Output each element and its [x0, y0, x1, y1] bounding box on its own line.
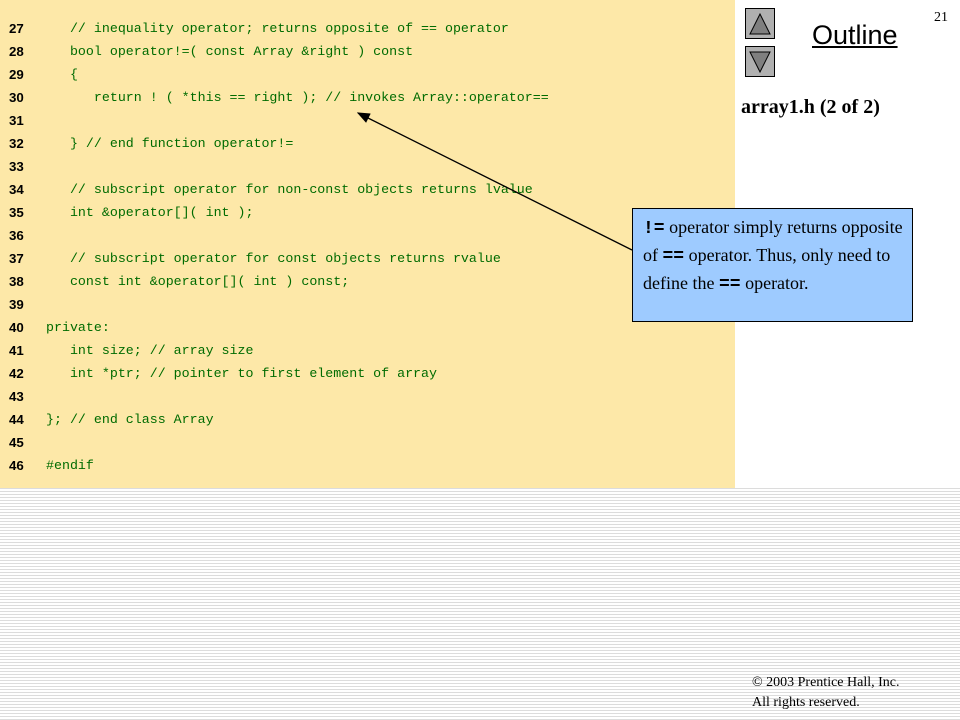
line-number: 38	[9, 274, 24, 289]
callout-note: != operator simply returns opposite of =…	[632, 208, 913, 322]
line-number: 42	[9, 366, 24, 381]
line-number: 28	[9, 44, 24, 59]
previous-slide-button[interactable]	[745, 8, 775, 39]
line-number: 32	[9, 136, 24, 151]
line-number: 37	[9, 251, 24, 266]
line-number: 35	[9, 205, 24, 220]
triangle-up-icon	[749, 12, 771, 34]
code-text: const int &operator[]( int ) const;	[46, 274, 350, 289]
code-text: // subscript operator for const objects …	[46, 251, 501, 266]
code-text: int &operator[]( int );	[46, 205, 254, 220]
code-text: }; // end class Array	[46, 412, 214, 427]
code-text: int *ptr; // pointer to first element of…	[46, 366, 437, 381]
file-title: array1.h (2 of 2)	[741, 96, 880, 118]
line-number: 31	[9, 113, 24, 128]
line-number: 33	[9, 159, 24, 174]
code-text: {	[46, 67, 78, 82]
code-text: int size; // array size	[46, 343, 254, 358]
outline-link[interactable]: Outline	[812, 20, 898, 51]
next-slide-button[interactable]	[745, 46, 775, 77]
copyright-line-2: All rights reserved.	[752, 695, 860, 710]
code-text: #endif	[46, 458, 94, 473]
line-number: 29	[9, 67, 24, 82]
line-number: 46	[9, 458, 24, 473]
line-number: 39	[9, 297, 24, 312]
line-number: 44	[9, 412, 24, 427]
callout-text-3: operator.	[740, 273, 809, 293]
page-number: 21	[934, 10, 948, 25]
line-number: 34	[9, 182, 24, 197]
copyright-line-1: © 2003 Prentice Hall, Inc.	[752, 673, 900, 693]
code-text: // subscript operator for non-const obje…	[46, 182, 533, 197]
callout-operator-eq: ==	[662, 247, 685, 267]
copyright-text: 2003 Prentice Hall, Inc.	[762, 675, 900, 690]
copyright-icon: ©	[752, 675, 763, 690]
code-text: private:	[46, 320, 110, 335]
code-text: bool operator!=( const Array &right ) co…	[46, 44, 414, 59]
line-number: 36	[9, 228, 24, 243]
line-number: 27	[9, 21, 24, 36]
line-number: 30	[9, 90, 24, 105]
copyright-notice: © 2003 Prentice Hall, Inc. All rights re…	[752, 673, 900, 713]
callout-operator-eq-2: ==	[718, 275, 741, 295]
callout-operator-neq: !=	[643, 219, 665, 239]
line-number: 43	[9, 389, 24, 404]
line-number: 45	[9, 435, 24, 450]
code-text: // inequality operator; returns opposite…	[46, 21, 509, 36]
code-text: } // end function operator!=	[46, 136, 294, 151]
code-panel: 27 // inequality operator; returns oppos…	[0, 0, 735, 488]
line-number: 41	[9, 343, 24, 358]
triangle-down-icon	[749, 51, 771, 73]
line-number: 40	[9, 320, 24, 335]
code-text: return ! ( *this == right ); // invokes …	[46, 90, 549, 105]
